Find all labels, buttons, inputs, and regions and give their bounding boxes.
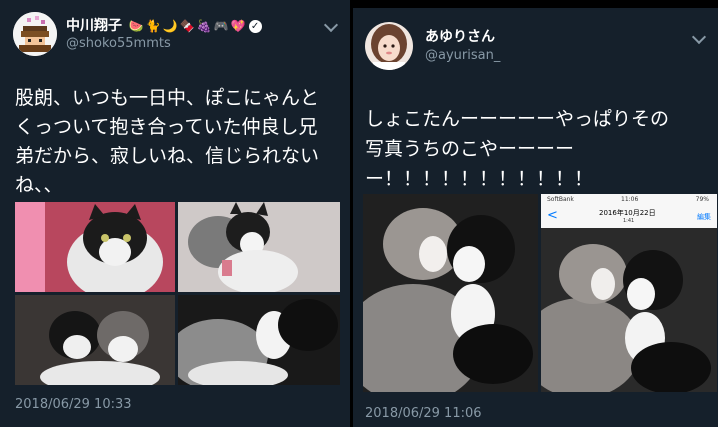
tweet-left: 中川翔子 🍉 🐈 🌙 🍫 🍇 🎮 💖 ✓ @shoko55mmts 股朗、いつも一日中、ぽこに… bbox=[0, 0, 350, 427]
phone-nav-bar: < 2016年10月22日 1:41 編集 bbox=[541, 206, 717, 229]
phone-screenshot-photo[interactable]: SoftBank 11:06 79% < 2016年10月22日 1:41 編集 bbox=[541, 194, 717, 392]
moon-icon: 🌙 bbox=[162, 19, 178, 33]
timestamp[interactable]: 2018/06/29 10:33 bbox=[15, 397, 132, 412]
handle[interactable]: @ayurisan_ bbox=[425, 48, 500, 63]
avatar-photo-icon[interactable] bbox=[365, 22, 413, 70]
chocolate-icon: 🍫 bbox=[179, 19, 195, 33]
handle[interactable]: @shoko55mmts bbox=[66, 36, 171, 51]
tweet-photo[interactable] bbox=[178, 295, 340, 385]
tweet-photo[interactable] bbox=[178, 202, 340, 292]
verified-icon: ✓ bbox=[248, 19, 262, 33]
tweet-text-line: ね、、 bbox=[15, 174, 63, 196]
display-name[interactable]: あゆりさん bbox=[425, 26, 495, 46]
tweet-text: 股朗、いつも一日中、ぽこにゃんと くっついて抱き合っていた仲良し兄 弟だから、寂… bbox=[15, 84, 345, 200]
photo-date-sub: 1:41 bbox=[623, 218, 635, 224]
tweet-text-line: しょこたんーーーーーやっぱりその bbox=[365, 108, 670, 130]
tweet-text-line: ー！！！！！！！！！！！ bbox=[365, 168, 594, 190]
sparkling-heart-icon: 💖 bbox=[230, 19, 246, 33]
display-name-text[interactable]: 中川翔子 bbox=[66, 18, 122, 34]
tweet-text-line: 弟だから、寂しいね、信じられない bbox=[15, 145, 320, 167]
watermelon-icon: 🍉 bbox=[128, 19, 144, 33]
back-chevron-icon: < bbox=[547, 208, 558, 223]
chevron-down-icon[interactable] bbox=[691, 29, 707, 45]
display-name[interactable]: 中川翔子 🍉 🐈 🌙 🍫 🍇 🎮 💖 ✓ bbox=[66, 15, 262, 35]
photo-date-title: 2016年10月22日 bbox=[599, 209, 656, 217]
grapes-icon: 🍇 bbox=[196, 19, 212, 33]
cat-icon: 🐈 bbox=[145, 19, 161, 33]
phone-time: 11:06 bbox=[621, 196, 639, 203]
tweet-text: しょこたんーーーーーやっぱりその 写真うちのこやーーーー ー！！！！！！！！！！… bbox=[365, 104, 715, 194]
tweet-photo[interactable] bbox=[15, 295, 175, 385]
phone-status-bar: SoftBank 11:06 79% bbox=[541, 194, 717, 206]
tweet-right: あゆりさん @ayurisan_ しょこたんーーーーーやっぱりその 写真うちのこ… bbox=[353, 8, 718, 427]
tweet-text-line: くっついて抱き合っていた仲良し兄 bbox=[15, 116, 318, 138]
battery-label: 79% bbox=[695, 196, 709, 203]
game-controller-icon: 🎮 bbox=[213, 19, 229, 33]
edit-label: 編集 bbox=[697, 213, 711, 221]
carrier-label: SoftBank bbox=[547, 196, 574, 203]
tweet-photo[interactable] bbox=[15, 202, 175, 292]
avatar-pixel-icon[interactable] bbox=[13, 12, 57, 56]
tweet-text-line: 股朗、いつも一日中、ぽこにゃんと bbox=[15, 87, 320, 109]
tweet-photo[interactable] bbox=[363, 194, 538, 392]
timestamp[interactable]: 2018/06/29 11:06 bbox=[365, 406, 482, 421]
tweet-text-line: 写真うちのこやーーーー bbox=[365, 138, 575, 160]
chevron-down-icon[interactable] bbox=[323, 17, 339, 33]
